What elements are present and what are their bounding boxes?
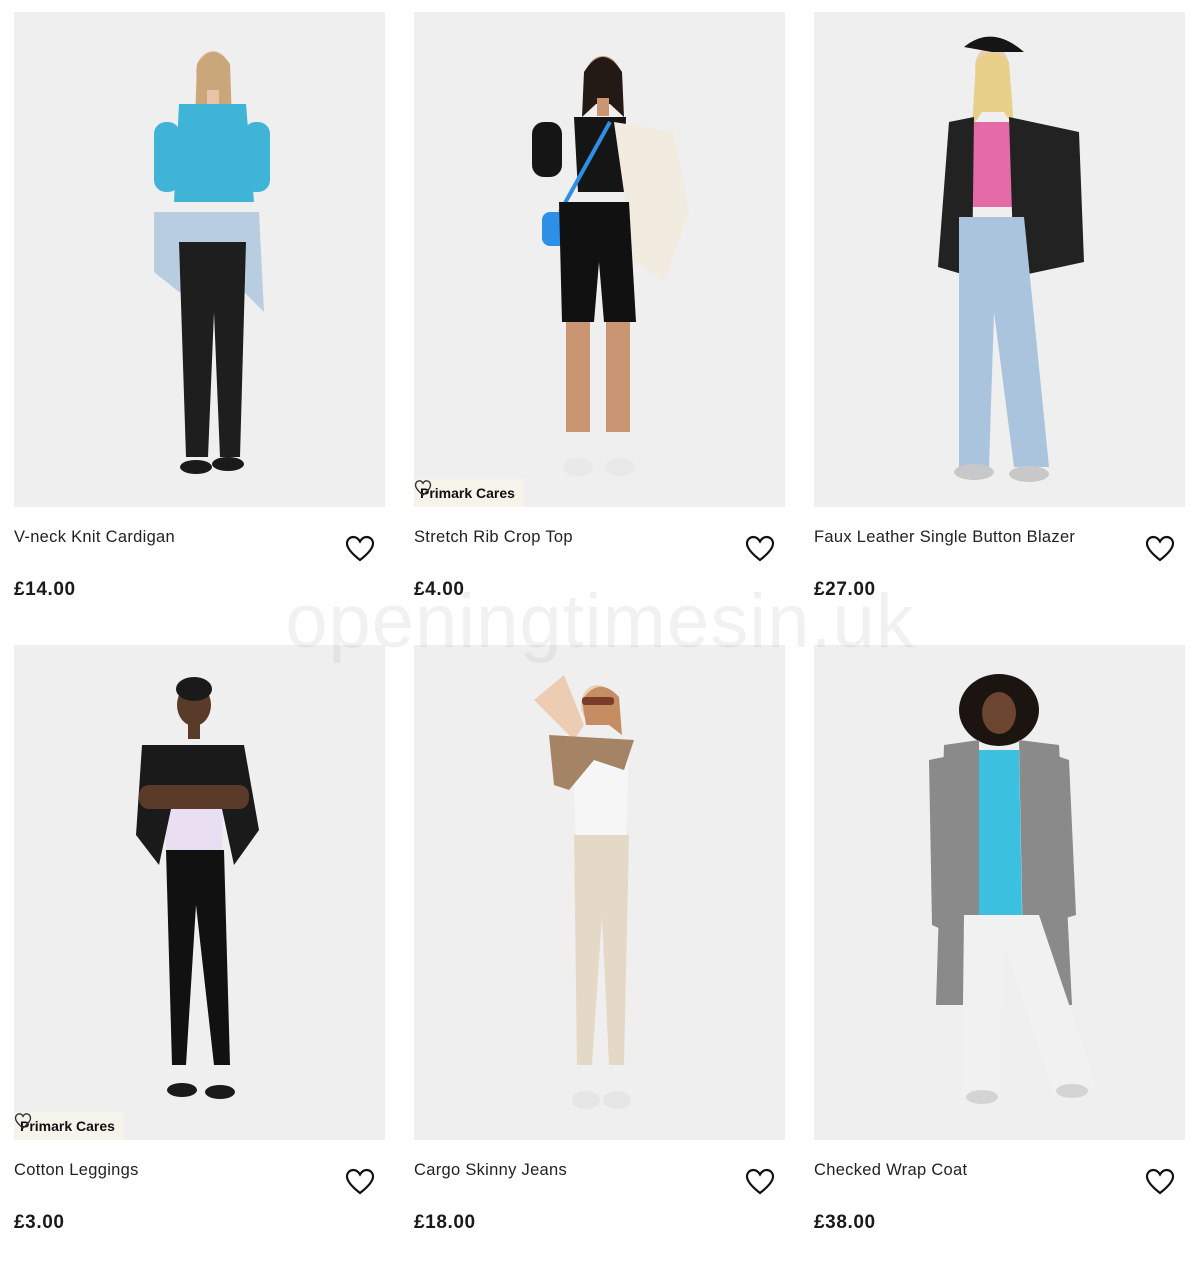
- product-card[interactable]: Faux Leather Single Button Blazer £27.00: [814, 12, 1185, 645]
- model-figure: [534, 675, 634, 1109]
- product-price: £27.00: [814, 579, 876, 600]
- model-figure: [929, 674, 1096, 1104]
- product-grid: V-neck Knit Cardigan £14.00 Primark Care…: [14, 12, 1185, 1278]
- model-figure: [154, 51, 270, 474]
- product-info: Faux Leather Single Button Blazer £27.00: [814, 507, 1185, 645]
- wishlist-heart-icon[interactable]: [745, 535, 775, 563]
- product-image[interactable]: [14, 12, 385, 507]
- model-figure: [938, 36, 1084, 482]
- product-price: £3.00: [14, 1212, 65, 1233]
- badge-label: Primark Cares: [420, 485, 515, 501]
- product-name[interactable]: Stretch Rib Crop Top: [414, 528, 573, 547]
- product-info: Cotton Leggings £3.00: [14, 1140, 385, 1278]
- wishlist-heart-icon[interactable]: [345, 535, 375, 563]
- primark-cares-badge: Primark Cares: [14, 1112, 124, 1140]
- product-card[interactable]: Primark Cares Cotton Leggings £3.00: [14, 645, 385, 1278]
- product-info: Checked Wrap Coat £38.00: [814, 1140, 1185, 1278]
- product-image[interactable]: Primark Cares: [14, 645, 385, 1140]
- product-name[interactable]: Cargo Skinny Jeans: [414, 1161, 567, 1180]
- model-figure: [532, 56, 689, 476]
- product-price: £38.00: [814, 1212, 876, 1233]
- product-name[interactable]: Checked Wrap Coat: [814, 1161, 967, 1180]
- product-info: Cargo Skinny Jeans £18.00: [414, 1140, 785, 1278]
- product-card[interactable]: Cargo Skinny Jeans £18.00: [414, 645, 785, 1278]
- product-card[interactable]: Primark Cares Stretch Rib Crop Top £4.00: [414, 12, 785, 645]
- product-name[interactable]: Faux Leather Single Button Blazer: [814, 528, 1075, 547]
- wishlist-heart-icon[interactable]: [1145, 535, 1175, 563]
- product-name[interactable]: V-neck Knit Cardigan: [14, 528, 175, 547]
- product-image[interactable]: [814, 12, 1185, 507]
- product-info: Stretch Rib Crop Top £4.00: [414, 507, 785, 645]
- primark-cares-badge: Primark Cares: [414, 479, 524, 507]
- wishlist-heart-icon[interactable]: [1145, 1168, 1175, 1196]
- product-image[interactable]: Primark Cares: [414, 12, 785, 507]
- product-card[interactable]: V-neck Knit Cardigan £14.00: [14, 12, 385, 645]
- wishlist-heart-icon[interactable]: [745, 1168, 775, 1196]
- wishlist-heart-icon[interactable]: [345, 1168, 375, 1196]
- product-image[interactable]: [414, 645, 785, 1140]
- product-price: £14.00: [14, 579, 76, 600]
- product-info: V-neck Knit Cardigan £14.00: [14, 507, 385, 645]
- product-name[interactable]: Cotton Leggings: [14, 1161, 139, 1180]
- product-card[interactable]: Checked Wrap Coat £38.00: [814, 645, 1185, 1278]
- product-image[interactable]: [814, 645, 1185, 1140]
- model-figure: [136, 677, 259, 1099]
- heart-outline-icon: [14, 1113, 32, 1129]
- heart-outline-icon: [414, 480, 432, 496]
- product-price: £18.00: [414, 1212, 476, 1233]
- product-price: £4.00: [414, 579, 465, 600]
- badge-label: Primark Cares: [20, 1118, 115, 1134]
